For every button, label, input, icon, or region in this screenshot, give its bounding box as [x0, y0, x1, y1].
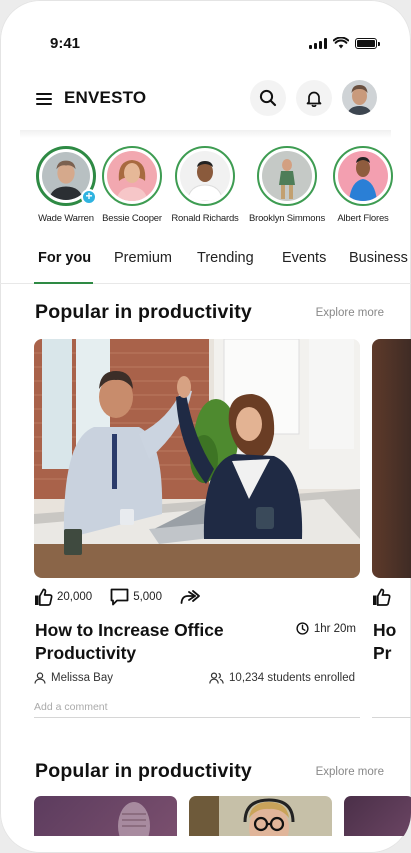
course-thumbnail[interactable] [34, 796, 177, 836]
app-header: ENVESTO [0, 80, 411, 132]
comment-count: 5,000 [133, 591, 162, 603]
students-enrolled: 10,234 students enrolled [209, 672, 355, 684]
course-card[interactable]: 20,000 5,000 How to Increase Office Prod… [34, 339, 360, 718]
app-logo: ENVESTO [64, 88, 147, 107]
tab-business[interactable]: Business [349, 250, 408, 266]
course-author[interactable]: Melissa Bay [34, 672, 113, 684]
like-count: 20,000 [57, 591, 93, 603]
section-title: Popular in productivity [35, 760, 252, 782]
bell-icon [306, 91, 322, 107]
comment-icon [110, 588, 129, 606]
tab-for-you[interactable]: For you [38, 250, 91, 266]
author-name: Melissa Bay [51, 672, 113, 684]
thumbs-up-icon [373, 588, 391, 606]
profile-avatar[interactable] [342, 80, 377, 115]
share-button[interactable] [180, 589, 201, 605]
comment-field[interactable] [34, 701, 360, 718]
status-time: 9:41 [50, 35, 81, 52]
course-title: Ho Pr [373, 619, 396, 665]
share-icon [180, 590, 200, 604]
engagement-stats: 20,000 5,000 [34, 588, 219, 606]
story-avatar [333, 146, 393, 206]
enrolled-count: 10,234 students enrolled [229, 672, 355, 684]
thumbs-up-icon [35, 588, 53, 606]
course-thumbnail[interactable] [189, 796, 332, 836]
tab-premium[interactable]: Premium [114, 250, 172, 266]
comment-field[interactable] [372, 717, 411, 718]
phone-screen: 9:41 ENVESTO + Wade Warren Bessie Cooper… [0, 0, 411, 853]
story-ronald-richards[interactable]: Ronald Richards [160, 146, 250, 224]
wifi-icon [333, 37, 349, 49]
battery-icon [355, 37, 380, 49]
menu-icon[interactable] [36, 93, 52, 105]
notifications-button[interactable] [296, 80, 332, 116]
stories-row: + Wade Warren Bessie Cooper Ronald Richa… [0, 146, 411, 232]
story-albert-flores[interactable]: Albert Flores [318, 146, 408, 224]
users-icon [209, 672, 224, 684]
category-tabs: For you Premium Trending Events Business [0, 248, 411, 284]
comment-input[interactable] [34, 701, 360, 713]
duration-text: 1hr 20m [313, 622, 356, 635]
tab-trending[interactable]: Trending [197, 250, 254, 266]
active-tab-indicator [34, 282, 93, 284]
section-title: Popular in productivity [35, 301, 252, 323]
course-title-line: Ho [373, 620, 397, 640]
user-icon [34, 672, 46, 684]
like-button[interactable]: 20,000 [34, 588, 92, 606]
status-icons [309, 37, 380, 49]
explore-more-link[interactable]: Explore more [316, 766, 384, 778]
clock-icon [296, 622, 309, 635]
story-avatar [175, 146, 235, 206]
course-title-line: Pr [373, 643, 392, 663]
comment-button[interactable]: 5,000 [110, 588, 162, 606]
explore-more-link[interactable]: Explore more [316, 307, 384, 319]
story-avatar [257, 146, 317, 206]
story-name: Ronald Richards [171, 213, 239, 224]
search-button[interactable] [250, 80, 286, 116]
story-avatar [102, 146, 162, 206]
search-icon [259, 89, 277, 107]
course-card-peek[interactable]: Ho Pr [372, 339, 411, 719]
course-thumbnail[interactable] [344, 796, 411, 836]
header-divider [20, 130, 391, 138]
course-duration: 1hr 20m [296, 622, 356, 635]
course-thumbnails [34, 796, 411, 836]
course-title[interactable]: How to Increase Office Productivity [35, 619, 265, 665]
cellular-signal-icon [309, 37, 327, 49]
course-image [372, 339, 411, 578]
tab-events[interactable]: Events [282, 250, 326, 266]
course-image [34, 339, 360, 578]
story-name: Albert Flores [337, 213, 389, 224]
